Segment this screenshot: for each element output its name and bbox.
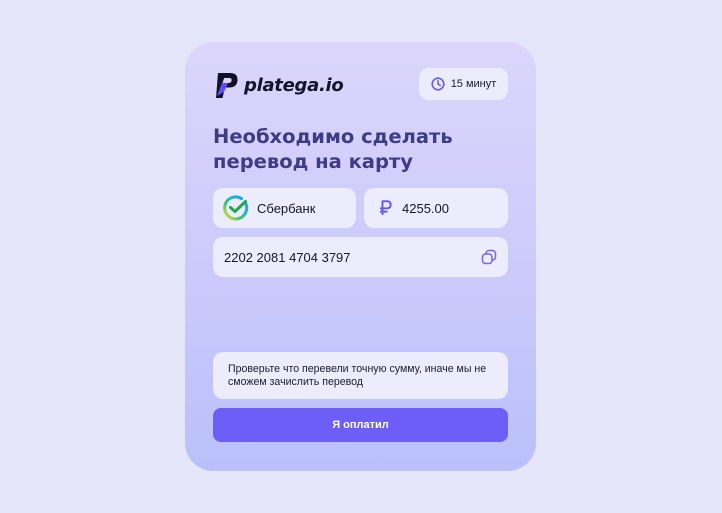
bank-name: Сбербанк [257, 200, 316, 216]
brand-logo: platega.io [213, 70, 344, 100]
timer-label: 15 минут [450, 78, 497, 90]
notice-text: Проверьте что перевели точную сумму, ина… [228, 363, 487, 388]
brand-name: platega.io [244, 74, 344, 96]
sberbank-logo-icon [223, 195, 249, 221]
payment-card: platega.io 15 минут Необходимо сделать п… [185, 42, 536, 471]
bank-field: Сбербанк [213, 188, 356, 228]
amount-value: 4255.00 [402, 200, 449, 216]
page-title: Необходимо сделать перевод на карту [213, 125, 453, 173]
amount-field: 4255.00 [364, 188, 508, 228]
copy-icon[interactable] [481, 249, 497, 265]
card-number: 2202 2081 4704 3797 [224, 249, 351, 265]
timer-badge: 15 минут [419, 68, 508, 100]
paid-button[interactable]: Я оплатил [213, 408, 508, 442]
card-number-field: 2202 2081 4704 3797 [213, 237, 508, 277]
platega-logo-icon [216, 72, 238, 98]
clock-icon [431, 77, 445, 91]
warning-notice: Проверьте что перевели точную сумму, ина… [213, 352, 508, 399]
ruble-icon [380, 200, 392, 215]
